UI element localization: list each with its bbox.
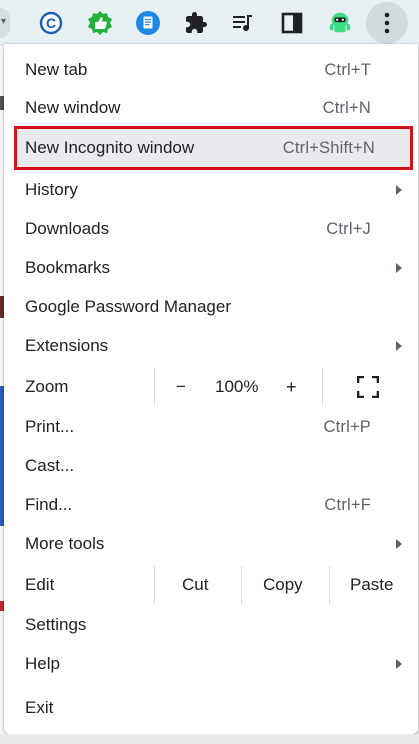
menu-item-label: Bookmarks [25,258,111,277]
menu-item-label: Zoom [25,377,69,396]
menu-item-downloads[interactable]: Downloads Ctrl+J [4,210,418,248]
menu-item-exit[interactable]: Exit [4,689,418,727]
menu-item-edit: Edit Cut Copy Paste [4,566,418,604]
tab-search-edge[interactable]: ▾ [0,8,10,38]
paste-button[interactable]: Paste [350,575,393,595]
thumbs-up-extension-icon[interactable] [87,10,113,36]
side-panel-icon[interactable] [279,10,305,36]
menu-item-new-window[interactable]: New window Ctrl+N [4,89,418,127]
menu-item-label: Edit [25,575,55,594]
zoom-level: 100% [215,377,259,396]
menu-item-label: New tab [25,60,88,79]
submenu-arrow-icon [396,539,402,549]
zoom-divider [154,368,155,406]
menu-item-shortcut: Ctrl+P [323,417,371,436]
menu-item-settings[interactable]: Settings [4,606,418,644]
menu-item-label: Settings [25,615,87,634]
browser-toolbar: ▾ C [0,0,419,46]
menu-item-zoom: Zoom − 100% + [4,368,418,406]
copy-button[interactable]: Copy [263,575,303,595]
android-extension-icon[interactable] [327,10,353,36]
menu-item-label: Find... [25,495,73,514]
edit-divider [154,566,155,604]
menu-item-label: Exit [25,698,54,717]
menu-item-label: Help [25,654,60,673]
kebab-menu-icon[interactable] [366,2,408,44]
menu-item-bookmarks[interactable]: Bookmarks [4,249,418,287]
edit-divider [241,566,242,604]
puzzle-extensions-icon[interactable] [183,10,209,36]
menu-item-shortcut: Ctrl+J [326,219,371,238]
submenu-arrow-icon [396,341,402,351]
menu-item-label: History [25,180,78,199]
copyright-c-icon[interactable]: C [38,10,64,36]
menu-item-shortcut: Ctrl+N [322,98,371,117]
page-bottom-edge [0,734,419,744]
menu-item-label: More tools [25,534,105,553]
zoom-divider [322,368,323,406]
cut-button[interactable]: Cut [182,575,208,595]
edit-divider [329,566,330,604]
menu-item-extensions[interactable]: Extensions [4,327,418,365]
menu-item-find[interactable]: Find... Ctrl+F [4,486,418,524]
submenu-arrow-icon [396,263,402,273]
submenu-arrow-icon [396,659,402,669]
menu-item-password-manager[interactable]: Google Password Manager [4,288,418,326]
menu-item-new-tab[interactable]: New tab Ctrl+T [4,51,418,89]
zoom-out-button[interactable]: − [176,377,186,397]
media-queue-icon[interactable] [230,10,256,36]
menu-item-more-tools[interactable]: More tools [4,525,418,563]
menu-item-label: New window [25,98,121,117]
submenu-arrow-icon [396,185,402,195]
zoom-in-button[interactable]: + [286,377,297,398]
menu-item-history[interactable]: History [4,171,418,209]
menu-item-shortcut: Ctrl+F [324,495,371,514]
menu-item-label: Google Password Manager [25,297,232,316]
svg-text:C: C [46,15,56,31]
fullscreen-icon[interactable] [356,375,380,399]
menu-item-shortcut: Ctrl+T [324,60,371,79]
menu-item-print[interactable]: Print... Ctrl+P [4,408,418,446]
menu-item-cast[interactable]: Cast... [4,447,418,485]
menu-item-help[interactable]: Help [4,645,418,683]
highlight-annotation-box [14,126,413,170]
browser-main-menu: New tab Ctrl+T New window Ctrl+N New Inc… [4,44,418,734]
menu-item-label: Extensions [25,336,109,355]
menu-item-label: Cast... [25,456,75,475]
document-extension-icon[interactable] [135,10,161,36]
chevron-down-icon: ▾ [1,16,7,27]
menu-item-label: Downloads [25,219,110,238]
menu-item-label: Print... [25,417,75,436]
